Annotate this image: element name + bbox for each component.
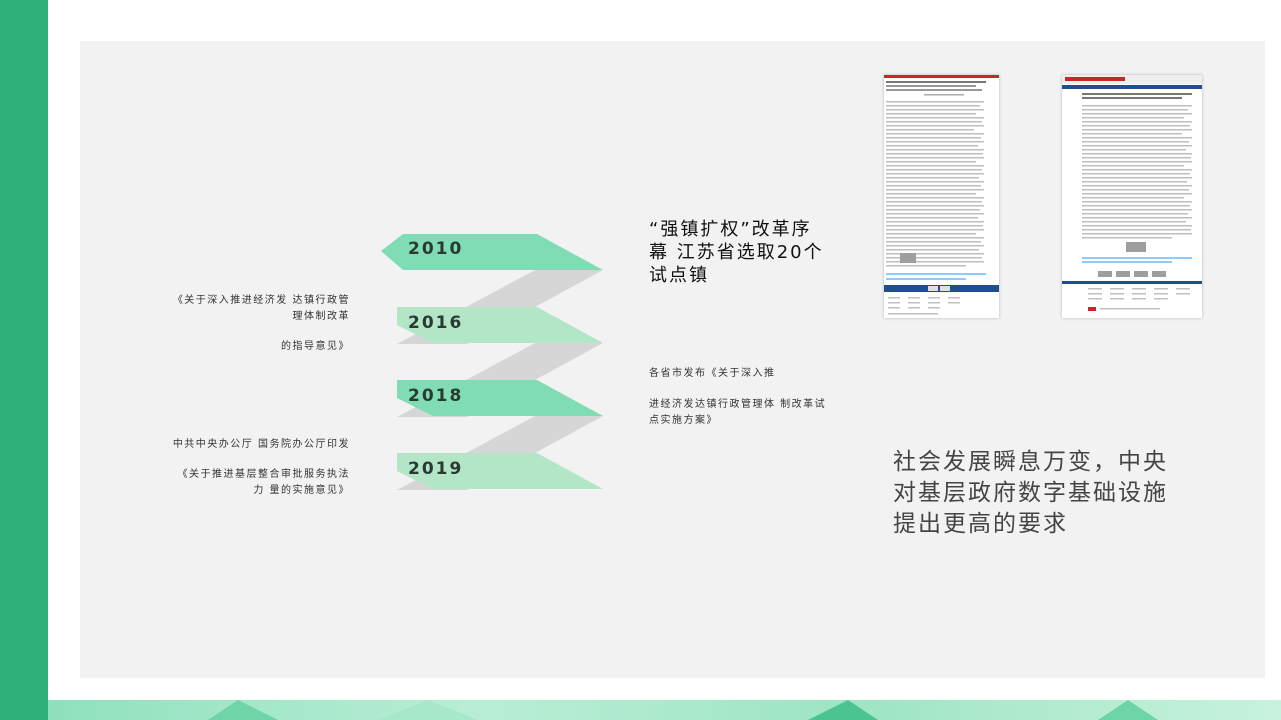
note-2010-line3: 试点镇 — [649, 265, 709, 286]
note-2016-line2: 理体制改革 — [292, 311, 350, 322]
note-2010-line1: “强镇扩权”改革序 — [649, 219, 812, 240]
document-page-2-graphic — [1062, 75, 1202, 311]
summary-line2: 对基层政府数字基础设施 — [893, 480, 1168, 506]
summary-line1: 社会发展瞬息万变，中央 — [893, 449, 1168, 475]
document-page-1-graphic — [884, 75, 999, 315]
summary-line3: 提出更高的要求 — [893, 511, 1068, 537]
note-2010: “强镇扩权”改革序 幕 江苏省选取20个 试点镇 — [649, 218, 849, 287]
summary-statement: 社会发展瞬息万变，中央 对基层政府数字基础设施 提出更高的要求 — [893, 447, 1183, 540]
year-2018: 2018 — [408, 386, 464, 406]
note-2018-line2: 进经济发达镇行政管理体 制改革试 — [649, 399, 827, 410]
document-thumbnail-1 — [884, 75, 999, 318]
document-thumbnail-2 — [1062, 75, 1202, 318]
year-2010: 2010 — [408, 239, 464, 259]
note-2018-line3: 点实施方案》 — [649, 415, 718, 426]
note-2019-line3: 力 量的实施意见》 — [253, 485, 350, 496]
year-2016: 2016 — [408, 313, 464, 333]
note-2016-line1: 《关于深入推进经济发 达镇行政管 — [172, 295, 350, 306]
bottom-decorative-strip — [48, 700, 1281, 720]
note-2016-line3: 的指导意见》 — [281, 341, 350, 352]
note-2018-line1: 各省市发布《关于深入推 — [649, 368, 776, 379]
note-2019-line2: 《关于推进基层整合审批服务执法 — [177, 469, 350, 480]
note-2010-line2: 幕 江苏省选取20个 — [649, 242, 824, 263]
year-2019: 2019 — [408, 459, 464, 479]
note-2019-line1: 中共中央办公厅 国务院办公厅印发 — [172, 439, 350, 450]
